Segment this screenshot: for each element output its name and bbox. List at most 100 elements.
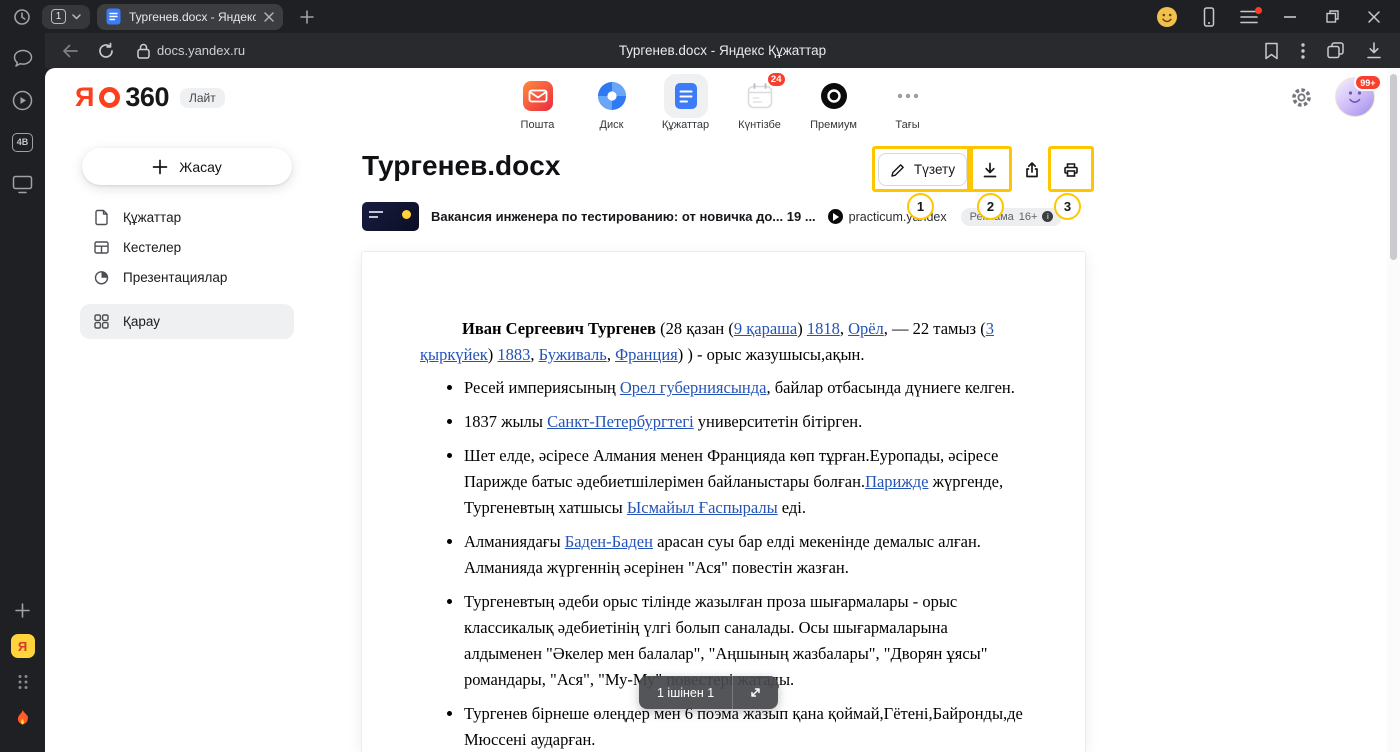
scrollbar-thumb[interactable] [1390, 74, 1397, 260]
nav-item-mail[interactable]: Пошта [508, 74, 568, 131]
yandex-services-icon[interactable]: Я [11, 634, 35, 658]
back-icon[interactable] [59, 40, 81, 62]
yandex360-logo[interactable]: Я 360 Лайт [75, 84, 225, 111]
doc-text: (28 қазан ( [656, 319, 734, 338]
doc-link[interactable]: Ысмайыл Ғаспыралы [627, 498, 778, 517]
grid-view-icon [93, 313, 110, 330]
page-indicator-text: 1 ішінен 1 [639, 686, 732, 700]
scrollbar-track[interactable] [1387, 68, 1400, 752]
nav-item-calendar[interactable]: 24 Күнтізбе [730, 74, 790, 131]
translator-icon[interactable]: 4B [11, 130, 35, 154]
screencast-icon[interactable] [11, 172, 35, 196]
edit-button-label: Түзету [914, 162, 955, 177]
doc-text: , байлар отбасында дүниеге келген. [766, 378, 1014, 397]
doc-link[interactable]: Парижде [865, 472, 928, 491]
doc-link[interactable]: Буживаль [539, 345, 607, 364]
callout-1: 1 [907, 193, 934, 220]
devices-icon[interactable] [1200, 7, 1218, 27]
doc-link[interactable]: Франция [615, 345, 678, 364]
flame-icon[interactable] [11, 706, 35, 730]
doc-bullet: Ресей империясының Орел губерниясында, б… [464, 375, 1025, 401]
translator-badge-label: 4B [12, 133, 33, 152]
nav-label: Пошта [521, 119, 555, 131]
reload-icon[interactable] [95, 40, 117, 62]
doc-text: ) ) - орыс жазушысы,ақын. [678, 345, 865, 364]
mail-icon [516, 74, 560, 118]
apps-drag-icon[interactable] [11, 670, 35, 694]
history-icon[interactable] [11, 6, 33, 28]
addressbar: docs.yandex.ru Тургенев.docx - Яндекс Құ… [45, 33, 1400, 68]
messenger-icon[interactable] [11, 46, 35, 70]
doc-link[interactable]: 1883 [497, 345, 530, 364]
callout-3: 3 [1054, 193, 1081, 220]
share-button[interactable] [1015, 153, 1048, 186]
close-button[interactable] [1364, 7, 1384, 27]
doc-link[interactable]: Орёл [848, 319, 884, 338]
nav-item-docs[interactable]: Құжаттар [656, 74, 716, 131]
doc-link[interactable]: 1818 [807, 319, 840, 338]
doc-link[interactable]: Баден-Баден [565, 532, 653, 551]
tab-group-number: 1 [51, 9, 66, 24]
premium-icon [812, 74, 856, 118]
sidebar-item-documents[interactable]: Құжаттар [80, 202, 294, 232]
tab-close-icon[interactable] [264, 12, 274, 22]
restore-button[interactable] [1322, 7, 1342, 27]
nav-label: Диск [600, 119, 624, 131]
calendar-icon: 24 [738, 74, 782, 118]
print-button[interactable] [1054, 153, 1087, 186]
lock-icon [137, 43, 150, 59]
plan-badge: Лайт [180, 88, 225, 108]
plus-icon [152, 159, 168, 175]
doc-bullet: 1837 жылы Санкт-Петербургтегі университе… [464, 409, 1025, 435]
doc-text: Ресей империясының [464, 378, 620, 397]
doc-link[interactable]: 9 қараша [734, 319, 797, 338]
doc-link[interactable]: Орел губерниясында [620, 378, 767, 397]
expand-icon [748, 685, 763, 700]
nav-label: Премиум [810, 119, 857, 131]
tab-group-chip[interactable]: 1 [42, 5, 90, 29]
video-icon[interactable] [11, 88, 35, 112]
sidebar-item-presentations[interactable]: Презентациялар [80, 262, 294, 292]
yandex-logo-tile: Я [11, 634, 35, 658]
logo-ya-letter: Я [75, 84, 94, 111]
ad-info-icon[interactable]: i [1042, 211, 1053, 222]
gear-icon[interactable] [1290, 86, 1313, 109]
doc-text: Алманиядағы [464, 532, 565, 551]
bookmark-icon[interactable] [1264, 42, 1279, 60]
smiley-avatar-icon[interactable] [1156, 6, 1178, 28]
nav-item-disk[interactable]: Диск [582, 74, 642, 131]
minimize-button[interactable] [1280, 7, 1300, 27]
sidebar-item-tables[interactable]: Кестелер [80, 232, 294, 262]
edit-button[interactable]: Түзету [878, 153, 967, 186]
browser-menu-icon[interactable] [1240, 10, 1258, 24]
create-button[interactable]: Жасау [82, 148, 292, 185]
downloads-icon[interactable] [1366, 42, 1382, 59]
fullscreen-button[interactable] [733, 676, 778, 709]
document-icon [93, 209, 110, 226]
sidebar-item-view[interactable]: Қарау [80, 304, 294, 339]
doc-link[interactable]: Санкт-Петербургтегі [547, 412, 694, 431]
printer-icon [1062, 161, 1080, 179]
download-button[interactable] [973, 153, 1006, 186]
doc-text: , [607, 345, 615, 364]
docs-icon [664, 74, 708, 118]
ad-disclaimer: Реклама 16+ i [961, 208, 1063, 226]
services-nav: Пошта Диск Құжаттар 24 Күнтізбе Прем [508, 74, 938, 131]
new-tab-button[interactable] [295, 5, 319, 29]
doc-text: Тургеневтың әдеби орыс тілінде жазылған … [464, 592, 987, 689]
doc-text: 1837 жылы [464, 412, 547, 431]
table-icon [93, 239, 110, 256]
kebab-menu-icon[interactable] [1301, 43, 1305, 59]
ad-thumbnail [362, 202, 419, 231]
add-panel-icon[interactable] [11, 598, 35, 622]
site-identity[interactable]: docs.yandex.ru [137, 43, 245, 59]
tabs-panel-icon[interactable] [1327, 42, 1344, 59]
active-tab[interactable]: Тургенев.docx - Яндекс [97, 4, 283, 30]
app-sidebar: Құжаттар Кестелер Презентациялар Қарау [80, 202, 294, 339]
nav-item-more[interactable]: Тағы [878, 74, 938, 131]
doc-text: ) [797, 319, 807, 338]
profile-avatar[interactable]: 99+ [1335, 77, 1375, 117]
download-icon [981, 161, 999, 179]
nav-item-premium[interactable]: Премиум [804, 74, 864, 131]
doc-text: , — 22 тамыз ( [884, 319, 986, 338]
